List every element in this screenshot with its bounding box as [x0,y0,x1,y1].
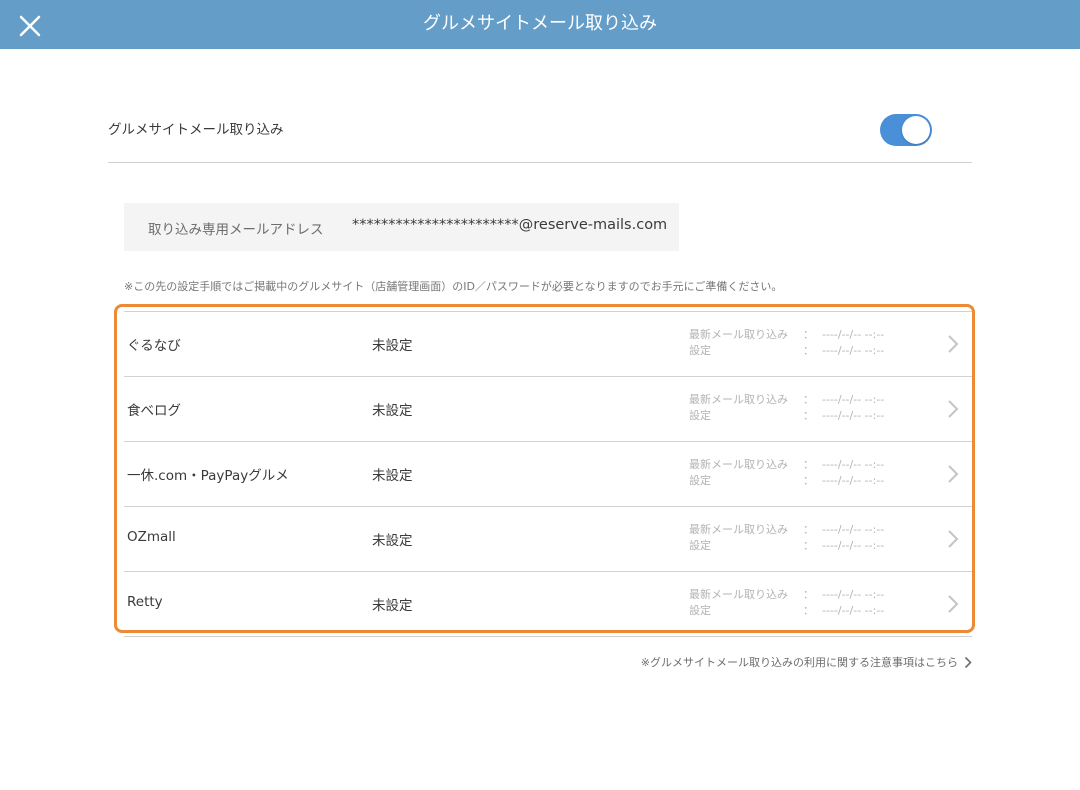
site-row-ikyu[interactable]: 一休.com・PayPayグルメ 未設定 最新メール取り込み ： ----/--/-… [124,441,972,506]
usage-notes-link[interactable]: ※グルメサイトメール取り込みの利用に関する注意事項はこちら [641,654,972,670]
toggle-label: グルメサイトメール取り込み [108,122,284,138]
toggle-knob [902,116,930,144]
setting-value: ----/--/-- --:-- [822,539,885,552]
setting-label: 設定 [689,344,711,357]
meta-colon: ： [803,328,814,341]
site-row-retty[interactable]: Retty 未設定 最新メール取り込み ： ----/--/-- --:-- 設定 ：… [124,571,972,637]
meta-colon: ： [803,458,814,471]
last-mail-value: ----/--/-- --:-- [822,393,885,406]
chevron-right-icon [948,530,959,548]
chevron-right-icon [948,595,959,613]
meta-colon: ： [803,344,814,357]
site-meta: 最新メール取り込み ： ----/--/-- --:-- 設定 ： ----/--/--… [689,457,884,489]
gourmet-site-list: ぐるなび 未設定 最新メール取り込み： ----/--/-- --:-- 設定： -… [114,304,975,637]
site-name: 食べログ [127,403,181,419]
setting-label: 設定 [689,539,711,552]
last-mail-label: 最新メール取り込み [689,523,788,536]
last-mail-value: ----/--/-- --:-- [822,523,885,536]
last-mail-value: ----/--/-- --:-- [822,458,885,471]
preparation-note: ※この先の設定手順ではご掲載中のグルメサイト（店舗管理画面）のID／パスワードが… [124,280,783,293]
meta-colon: ： [803,393,814,406]
header-bar: グルメサイトメール取り込み [0,0,1080,49]
usage-notes-link-text: ※グルメサイトメール取り込みの利用に関する注意事項はこちら [640,656,958,669]
site-status: 未設定 [372,468,413,484]
chevron-right-icon [964,656,972,668]
setting-value: ----/--/-- --:-- [822,474,885,487]
meta-colon: ： [803,409,814,422]
meta-colon: ： [803,539,814,552]
last-mail-value: ----/--/-- --:-- [822,328,885,341]
chevron-right-icon [948,400,959,418]
site-name: OZmall [127,529,176,545]
setting-value: ----/--/-- --:-- [822,344,885,357]
site-status: 未設定 [372,338,413,354]
setting-value: ----/--/-- --:-- [822,409,885,422]
last-mail-label: 最新メール取り込み [689,458,788,471]
import-address-box: 取り込み専用メールアドレス ***********************@re… [124,203,679,251]
import-address-value: ***********************@reserve-mails.co… [352,217,668,233]
page-title: グルメサイトメール取り込み [423,13,657,34]
site-name: Retty [127,594,163,610]
site-row-gurunavi[interactable]: ぐるなび 未設定 最新メール取り込み ： ----/--/-- --:-- 設定 ： -… [124,311,972,376]
site-row-ozmall[interactable]: OZmall 未設定 最新メール取り込み ： ----/--/-- --:-- 設定… [124,506,972,571]
setting-value: ----/--/-- --:-- [822,604,885,617]
site-name: ぐるなび [127,338,181,354]
import-address-label: 取り込み専用メールアドレス [148,222,324,238]
setting-label: 設定 [689,409,711,422]
last-mail-label: 最新メール取り込み [689,393,788,406]
meta-colon: ： [803,604,814,617]
site-status: 未設定 [372,403,413,419]
mail-import-toggle-row: グルメサイトメール取り込み [108,100,972,163]
meta-colon: ： [803,588,814,601]
meta-colon: ： [803,474,814,487]
chevron-right-icon [948,465,959,483]
last-mail-label: 最新メール取り込み [689,588,788,601]
site-name: 一休.com・PayPayグルメ [127,468,289,484]
mail-import-toggle[interactable] [880,114,932,146]
site-status: 未設定 [372,533,413,549]
site-status: 未設定 [372,598,413,614]
meta-colon: ： [803,523,814,536]
site-row-tabelog[interactable]: 食べログ 未設定 最新メール取り込み ： ----/--/-- --:-- 設定 ： -… [124,376,972,441]
site-meta: 最新メール取り込み ： ----/--/-- --:-- 設定 ： ----/--/--… [689,587,884,619]
site-meta: 最新メール取り込み ： ----/--/-- --:-- 設定 ： ----/--/--… [689,522,884,554]
site-meta: 最新メール取り込み ： ----/--/-- --:-- 設定 ： ----/--/--… [689,327,884,359]
setting-label: 設定 [689,604,711,617]
last-mail-label: 最新メール取り込み [689,328,788,341]
setting-label: 設定 [689,474,711,487]
site-meta: 最新メール取り込み ： ----/--/-- --:-- 設定 ： ----/--/--… [689,392,884,424]
last-mail-value: ----/--/-- --:-- [822,588,885,601]
chevron-right-icon [948,335,959,353]
